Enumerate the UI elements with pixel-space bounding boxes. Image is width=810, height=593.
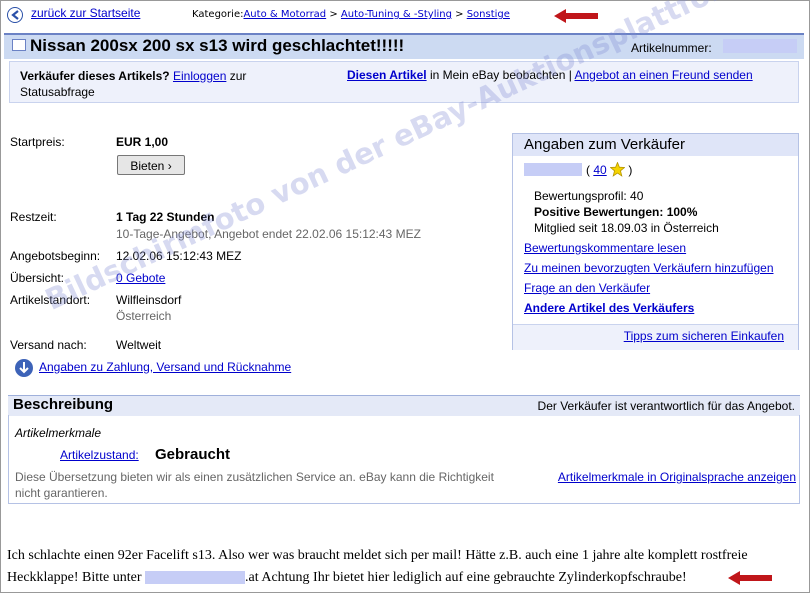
seller-box-header: Angaben zum Verkäufer <box>513 134 798 156</box>
bid-button[interactable]: Bieten › <box>117 155 185 175</box>
watch-links: Diesen Artikel in Mein eBay beobachten |… <box>347 68 753 82</box>
description-line-2-end: .at Achtung Ihr bietet hier lediglich au… <box>245 570 687 585</box>
crumb-separator: > <box>329 9 338 20</box>
favorite-seller-link[interactable]: Zu meinen bevorzugten Verkäufern hinzufü… <box>524 261 774 275</box>
send-to-friend-link[interactable]: Angebot an einen Freund senden <box>575 68 753 82</box>
seller-responsibility-note: Der Verkäufer ist verantwortlich für das… <box>537 399 795 413</box>
arrow-down-icon[interactable] <box>15 359 33 377</box>
crumb-auto-motorrad[interactable]: Auto & Motorrad <box>243 9 326 20</box>
description-title: Beschreibung <box>13 396 114 413</box>
remaining-time-label: Restzeit: <box>10 210 57 224</box>
description-line-1: Ich schlachte einen 92er Facelift s13. A… <box>7 548 748 563</box>
seller-box-title: Angaben zum Verkäufer <box>524 136 685 153</box>
location-country: Österreich <box>116 309 172 323</box>
bid-button-label: Bieten <box>130 159 165 173</box>
overview-label: Übersicht: <box>10 271 65 285</box>
start-price-value: EUR 1,00 <box>116 135 169 149</box>
location-label: Artikelstandort: <box>10 293 91 307</box>
red-arrow-icon <box>728 571 772 585</box>
seller-name-redacted <box>524 163 582 176</box>
item-title: Nissan 200sx 200 sx s13 wird geschlachte… <box>30 36 405 55</box>
email-redacted <box>145 571 246 585</box>
rating-open: ( <box>586 163 590 177</box>
category-prefix: Kategorie: <box>192 9 244 20</box>
seller-box-footer: Tipps zum sicheren Einkaufen <box>513 324 798 350</box>
seller-rating: ( 40 ) <box>586 161 633 177</box>
description-line-2: Heckklappe! Bitte unter .at Achtung Ihr … <box>7 570 687 586</box>
rating-close: ) <box>628 163 633 177</box>
chevron-right-icon: › <box>167 159 172 173</box>
begin-value: 12.02.06 15:12:43 MEZ <box>116 249 242 263</box>
condition-label-link[interactable]: Artikelzustand: <box>60 448 139 462</box>
safe-buying-tips-link[interactable]: Tipps zum sicheren Einkaufen <box>624 329 784 343</box>
description-box: Artikelmerkmale Artikelzustand: Gebrauch… <box>8 415 800 504</box>
seller-positive: Positive Bewertungen: 100% <box>534 205 698 219</box>
crumb-auto-tuning[interactable]: Auto-Tuning & -Styling <box>341 9 452 20</box>
watch-item-link[interactable]: Diesen Artikel <box>347 68 427 82</box>
login-link[interactable]: Einloggen <box>173 69 226 83</box>
remaining-time-sub: 10-Tage-Angebot, Angebot endet 22.02.06 … <box>116 227 421 241</box>
remaining-time-value: 1 Tag 22 Stunden <box>116 210 215 224</box>
bids-link[interactable]: 0 Gebote <box>116 271 165 285</box>
other-items-link[interactable]: Andere Artikel des Verkäufers <box>524 301 694 315</box>
feedback-comments-link[interactable]: Bewertungskommentare lesen <box>524 241 686 255</box>
back-arrow-icon[interactable] <box>7 7 23 23</box>
start-price-label: Startpreis: <box>10 135 65 149</box>
shipping-label: Versand nach: <box>10 338 87 352</box>
payment-shipping-link[interactable]: Angaben zu Zahlung, Versand und Rücknahm… <box>39 360 291 374</box>
back-to-home-link[interactable]: zurück zur Startseite <box>31 6 140 20</box>
item-title-bar: Nissan 200sx 200 sx s13 wird geschlachte… <box>4 33 804 59</box>
seller-login-bar: Verkäufer dieses Artikels? Einloggen zur… <box>9 61 799 103</box>
watch-tail: in Mein eBay beobachten | <box>429 68 572 82</box>
article-number-redacted <box>723 39 797 53</box>
breadcrumb: Kategorie:Auto & Motorrad > Auto-Tuning … <box>192 9 510 20</box>
seller-member-since: Mitglied seit 18.09.03 in Österreich <box>534 221 719 235</box>
seller-login-text: Verkäufer dieses Artikels? Einloggen zur… <box>20 68 305 100</box>
item-features-title: Artikelmerkmale <box>15 426 102 440</box>
red-arrow-icon <box>554 9 598 23</box>
description-header: Beschreibung Der Verkäufer ist verantwor… <box>8 395 800 416</box>
location-value: Wilfleinsdorf <box>116 293 182 307</box>
condition-value: Gebraucht <box>155 446 231 463</box>
original-language-link[interactable]: Artikelmerkmale in Originalsprache anzei… <box>558 470 796 484</box>
begin-label: Angebotsbeginn: <box>10 249 101 263</box>
description-line-2-start: Heckklappe! Bitte unter <box>7 570 142 585</box>
seller-profile: Bewertungsprofil: 40 <box>534 189 644 203</box>
translation-note: Diese Übersetzung bieten wir als einen z… <box>15 470 494 500</box>
item-page-icon <box>12 39 26 51</box>
star-icon <box>609 161 626 177</box>
crumb-sonstige[interactable]: Sonstige <box>467 9 510 20</box>
article-number-label: Artikelnummer: <box>631 41 712 55</box>
seller-info-box: Angaben zum Verkäufer ( 40 ) Bewertungsp… <box>512 133 799 350</box>
ask-seller-link[interactable]: Frage an den Verkäufer <box>524 281 650 295</box>
shipping-value: Weltweit <box>116 338 162 352</box>
seller-rating-link[interactable]: 40 <box>593 163 606 177</box>
seller-question: Verkäufer dieses Artikels? <box>20 69 170 83</box>
crumb-separator: > <box>455 9 464 20</box>
